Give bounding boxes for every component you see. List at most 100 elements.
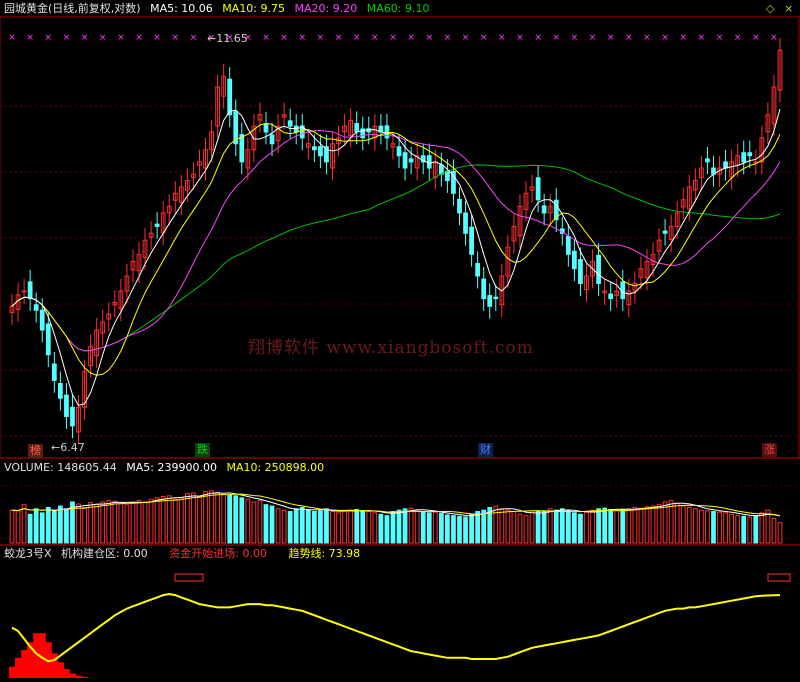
signal-marker: × <box>480 33 488 43</box>
close-icon[interactable]: × <box>784 2 793 15</box>
signal-marker: × <box>353 33 361 43</box>
candle-body <box>541 205 547 214</box>
candle-body <box>70 406 75 427</box>
signal-marker: × <box>280 33 288 43</box>
candle-body <box>705 158 710 163</box>
event-tag-zhang[interactable]: 涨 <box>762 443 777 457</box>
signal-marker: × <box>679 33 687 43</box>
candle-body <box>239 134 245 163</box>
candle-body <box>493 296 499 300</box>
candle-body <box>402 152 408 169</box>
signal-marker: × <box>571 33 579 43</box>
volume-bar <box>360 510 366 544</box>
volume-bar <box>553 509 559 544</box>
volume-bar <box>215 491 220 544</box>
volume-bar <box>148 498 154 544</box>
candle-body <box>662 230 668 234</box>
ma5-line <box>11 108 781 407</box>
candle-body <box>354 122 360 133</box>
volume-bar <box>21 504 27 544</box>
volume-bar <box>293 508 299 544</box>
volume-bar <box>257 500 263 544</box>
volume-bar <box>777 522 783 544</box>
volume-bar <box>711 511 716 544</box>
candle-body <box>469 226 474 255</box>
volume-bar <box>269 505 275 544</box>
candle-body <box>33 304 39 311</box>
ma20-legend: MA20: 9.20 <box>294 2 358 15</box>
signal-marker: × <box>8 33 16 43</box>
candle-body <box>535 177 541 201</box>
volume-bar <box>154 497 160 544</box>
volume-ma10: MA10: 250898.00 <box>226 461 325 474</box>
volume-bar <box>608 508 614 544</box>
candle-body <box>396 146 402 157</box>
volume-bar <box>263 504 269 544</box>
volume-bar <box>541 511 547 544</box>
candle-body <box>723 161 728 169</box>
volume-bar <box>299 506 305 544</box>
candle-body <box>572 250 577 270</box>
volume-bar <box>572 512 577 544</box>
volume-ma5: MA5: 239900.00 <box>126 461 217 474</box>
candle-body <box>287 120 293 127</box>
volume-bar <box>221 493 227 544</box>
volume-bar <box>184 493 190 544</box>
signal-marker: × <box>444 33 452 43</box>
event-tag-bang[interactable]: 榜 <box>28 444 43 458</box>
volume-bar <box>142 501 148 544</box>
volume-bar <box>233 495 239 544</box>
volume-bar <box>384 515 390 544</box>
signal-marker: × <box>63 33 71 43</box>
volume-bar <box>88 502 93 544</box>
volume-bar <box>203 491 208 544</box>
signal-marker: × <box>190 33 198 43</box>
candle-body <box>578 259 583 284</box>
signal-marker: × <box>317 33 325 43</box>
signal-marker: × <box>625 33 633 43</box>
stock-title: 园城黄金(日线,前复权,对数) <box>4 2 141 15</box>
volume-bar <box>251 501 257 544</box>
capital-bar <box>15 657 22 678</box>
volume-bar <box>33 508 39 544</box>
event-tag-die[interactable]: 跌 <box>195 443 210 457</box>
volume-bar <box>318 510 323 544</box>
signal-marker: × <box>534 33 542 43</box>
volume-bar <box>596 508 601 544</box>
volume-bar <box>445 514 450 544</box>
event-tag-cai[interactable]: 财 <box>478 443 493 457</box>
ma60-legend: MA60: 9.10 <box>366 2 430 15</box>
signal-marker: × <box>589 33 597 43</box>
signal-marker: × <box>552 33 560 43</box>
volume-bar <box>426 512 432 544</box>
volume-bar <box>747 516 753 544</box>
volume-bar <box>354 508 360 544</box>
volume-bar <box>378 513 384 544</box>
signal-marker: × <box>172 33 180 43</box>
volume-bar <box>227 494 233 544</box>
volume-bar <box>753 515 759 544</box>
diamond-icon[interactable]: ◇ <box>766 2 774 15</box>
candle-body <box>39 309 45 331</box>
candle-body <box>481 278 487 300</box>
capital-bar <box>69 673 76 678</box>
volume-bar <box>457 515 462 544</box>
volume-bar <box>197 495 202 544</box>
signal-marker: × <box>153 33 161 43</box>
volume-value: VOLUME: 148605.44 <box>4 461 117 474</box>
capital-bar <box>81 676 89 678</box>
candle-body <box>227 78 233 116</box>
volume-bar <box>178 497 184 544</box>
volume-bar <box>602 507 608 544</box>
candle-body <box>311 146 317 151</box>
high-annotation: ←11.65 <box>207 32 248 45</box>
signal-marker: × <box>81 33 89 43</box>
signal-marker: × <box>45 33 53 43</box>
volume-bar <box>27 513 33 544</box>
signal-marker: × <box>389 33 397 43</box>
price-panel <box>0 16 800 459</box>
signal-marker: × <box>425 33 433 43</box>
candle-body <box>741 152 747 163</box>
volume-bar <box>324 508 329 544</box>
candle-body <box>269 134 275 145</box>
